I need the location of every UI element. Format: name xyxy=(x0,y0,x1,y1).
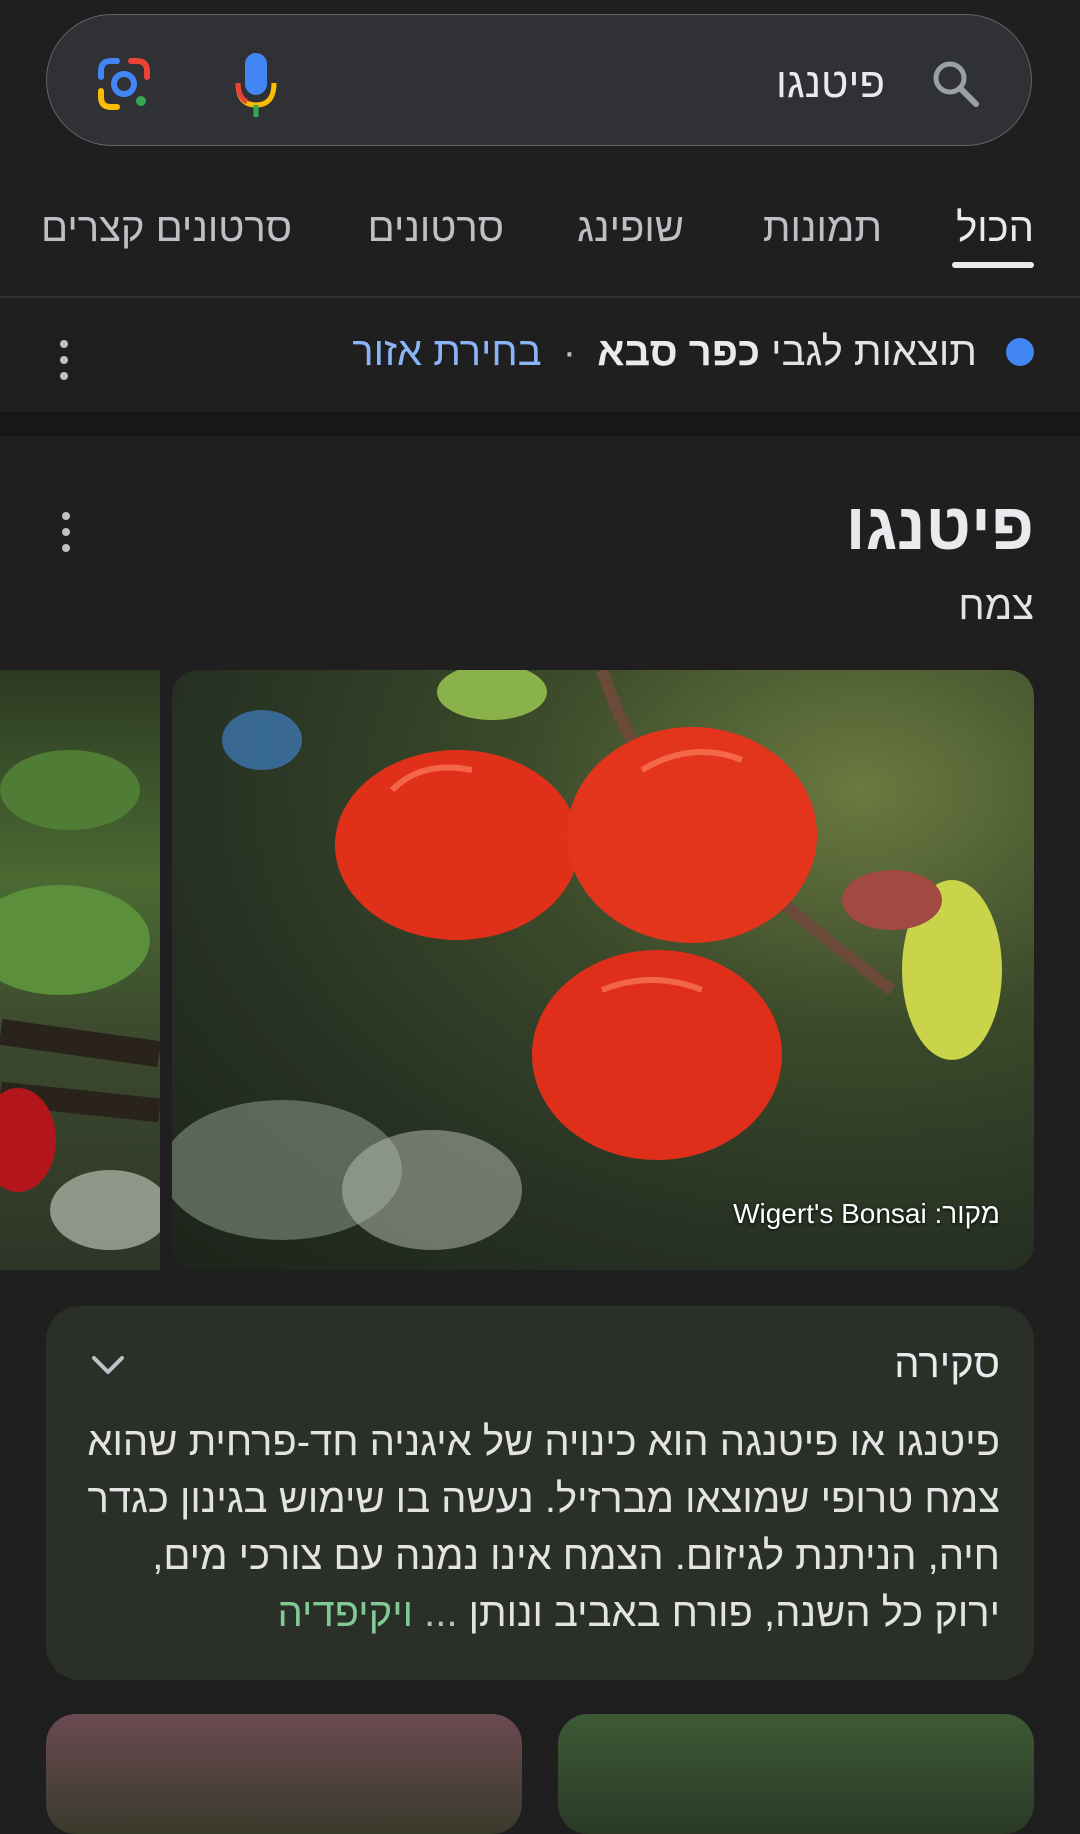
about-title: סקירה xyxy=(894,1342,1000,1386)
location-prefix: תוצאות לגבי xyxy=(771,329,977,374)
main-image[interactable]: מקור: Wigert's Bonsai xyxy=(172,670,1034,1270)
knowledge-panel-title: פיטנגו xyxy=(845,489,1034,563)
more-vert-icon[interactable] xyxy=(58,340,68,388)
location-row: תוצאות לגבי כפר סבא · בחירת אזור xyxy=(352,328,1034,384)
tab-short-videos[interactable]: סרטונים קצרים xyxy=(41,206,292,251)
search-icon[interactable] xyxy=(929,57,981,109)
about-ellipsis: ... xyxy=(424,1591,458,1635)
google-lens-icon[interactable] xyxy=(97,57,151,111)
location-separator: · xyxy=(562,329,577,374)
location-place: כפר סבא xyxy=(597,329,761,374)
about-description: פיטנגו או פיטנגה הוא כינויה של איגניה חד… xyxy=(80,1414,1000,1642)
divider xyxy=(0,296,1080,298)
secondary-image[interactable] xyxy=(0,670,160,1270)
change-location-link[interactable]: בחירת אזור xyxy=(352,330,541,374)
mic-icon[interactable] xyxy=(233,51,279,125)
tab-all[interactable]: הכול xyxy=(956,206,1034,251)
more-vert-icon[interactable] xyxy=(60,512,70,560)
about-card: סקירה פיטנגו או פיטנגה הוא כינויה של איג… xyxy=(46,1306,1034,1680)
search-input[interactable]: פיטנגו xyxy=(776,59,885,107)
active-tab-indicator xyxy=(952,262,1034,268)
location-dot-icon xyxy=(1006,338,1034,367)
search-bar[interactable]: פיטנגו xyxy=(46,14,1032,146)
fruit-photo-main xyxy=(172,670,1002,1250)
knowledge-panel-subtitle: צמח xyxy=(958,584,1034,628)
fruit-photo-side xyxy=(0,750,160,1250)
tab-videos[interactable]: סרטונים xyxy=(368,206,504,251)
search-tabs: הכול תמונות שופינג סרטונים סרטונים קצרים xyxy=(0,196,1080,266)
about-text: פיטנגו או פיטנגה הוא כינויה של איגניה חד… xyxy=(87,1420,1000,1635)
image-source-caption: מקור: Wigert's Bonsai xyxy=(733,1198,1000,1229)
section-divider xyxy=(0,412,1080,436)
tab-shopping[interactable]: שופינג xyxy=(577,206,684,251)
thumbnail-image[interactable] xyxy=(46,1714,522,1834)
wikipedia-link[interactable]: ויקיפדיה xyxy=(278,1591,413,1635)
chevron-down-icon[interactable] xyxy=(88,1350,128,1378)
thumbnail-image[interactable] xyxy=(558,1714,1034,1834)
tab-images[interactable]: תמונות xyxy=(763,206,882,251)
